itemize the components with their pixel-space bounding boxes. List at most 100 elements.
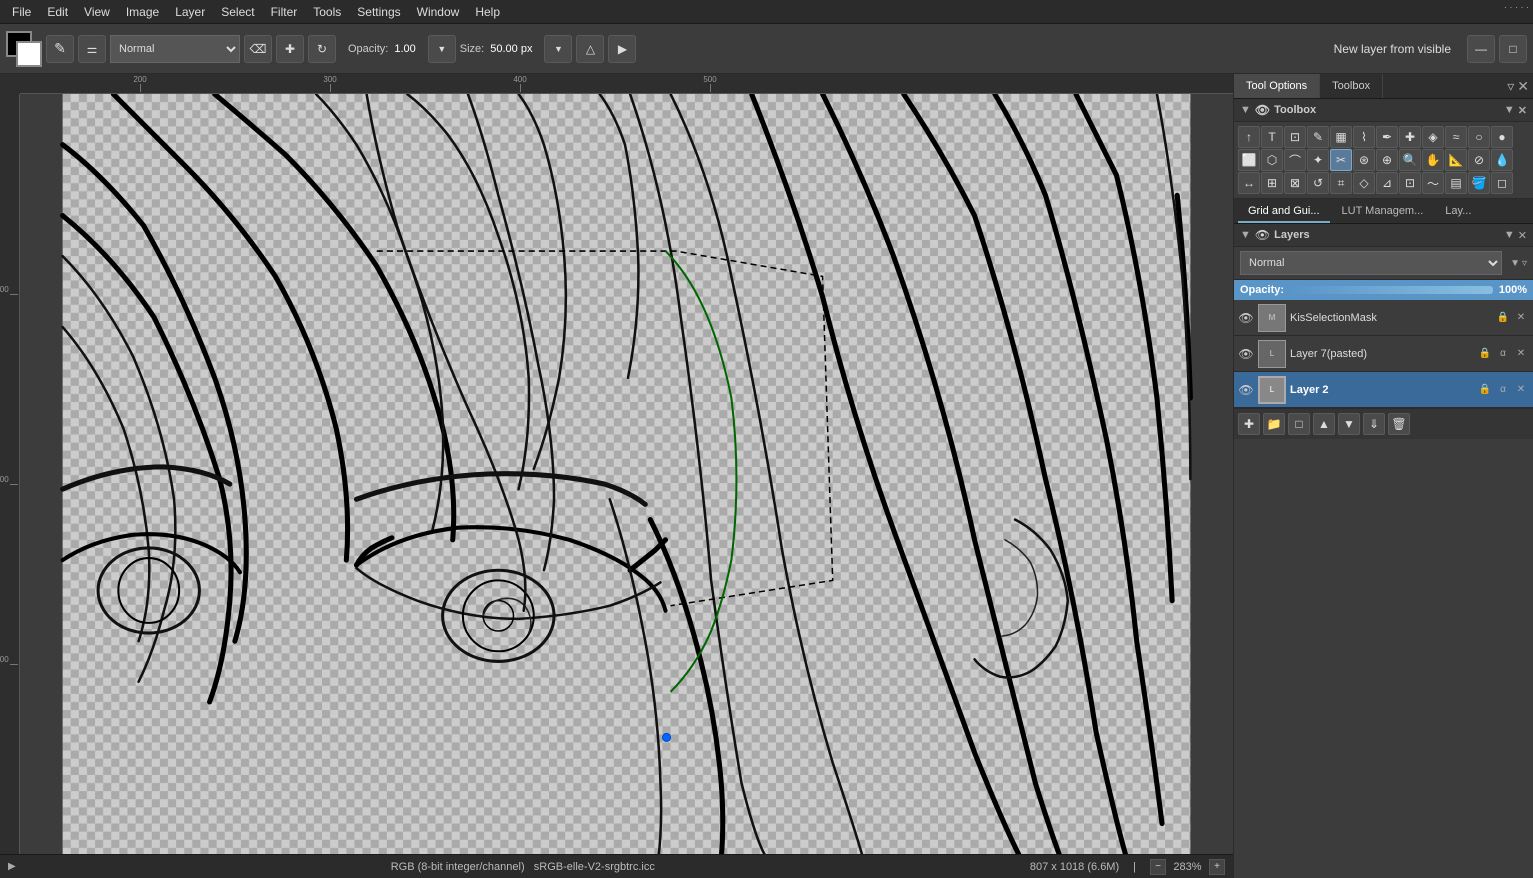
flip-v-btn[interactable]: ▶ [608, 35, 636, 63]
tool-clone[interactable]: ◈ [1422, 126, 1444, 148]
layer-row-1[interactable]: 👁 L Layer 7(pasted) 🔒 α ✕ [1234, 336, 1533, 372]
menu-view[interactable]: View [76, 3, 118, 21]
size-expand[interactable]: ▼ [544, 35, 572, 63]
grid-options-btn[interactable]: ⚌ [78, 35, 106, 63]
tool-pan[interactable]: ✋ [1422, 149, 1444, 171]
tool-color-picker[interactable]: 💧 [1491, 149, 1513, 171]
new-layer-btn[interactable]: ✚ [1238, 413, 1260, 435]
window-minimize-btn[interactable]: — [1467, 35, 1495, 63]
tool-burn[interactable]: ● [1491, 126, 1513, 148]
move-layer-up-btn[interactable]: ▲ [1313, 413, 1335, 435]
menu-window[interactable]: Window [409, 3, 468, 21]
layer-row-0[interactable]: 👁 M KisSelectionMask 🔒 ✕ [1234, 300, 1533, 336]
toolbox-config-btn[interactable]: ▼ [1504, 104, 1515, 117]
new-group-btn[interactable]: 📁 [1263, 413, 1285, 435]
zoom-out-btn[interactable]: − [1150, 859, 1166, 875]
layers-config-btn[interactable]: ▼ [1504, 229, 1515, 242]
lock-btn[interactable]: ✚ [276, 35, 304, 63]
tool-smudge[interactable]: ≈ [1445, 126, 1467, 148]
layer-alpha-1[interactable]: α [1495, 346, 1511, 362]
tool-scissors[interactable]: ⊛ [1353, 149, 1375, 171]
tool-rotate[interactable]: ↺ [1307, 172, 1329, 194]
layer-visibility-0[interactable]: 👁 [1238, 310, 1254, 326]
menu-file[interactable]: File [4, 3, 39, 21]
tool-text[interactable]: T [1261, 126, 1283, 148]
tool-heal[interactable]: ✚ [1399, 126, 1421, 148]
anchor-layer-btn[interactable]: ⇓ [1363, 413, 1385, 435]
menu-help[interactable]: Help [467, 3, 508, 21]
delete-layer-btn[interactable]: 🗑 [1388, 413, 1410, 435]
layer-visibility-2[interactable]: 👁 [1238, 382, 1254, 398]
menu-filter[interactable]: Filter [263, 3, 306, 21]
tool-zoom[interactable]: 🔍 [1399, 149, 1421, 171]
tool-ellipse-select[interactable]: ⬡ [1261, 149, 1283, 171]
panel-close-btn[interactable]: ✕ [1517, 78, 1529, 95]
layer-visibility-1[interactable]: 👁 [1238, 346, 1254, 362]
tool-rect-select[interactable]: ⬜ [1238, 149, 1260, 171]
tool-brush[interactable]: ⌇ [1353, 126, 1375, 148]
tool-calligraphy[interactable]: ✒ [1376, 126, 1398, 148]
tool-paths[interactable]: ⊘ [1468, 149, 1490, 171]
layer-del-0[interactable]: ✕ [1513, 310, 1529, 326]
tab-tool-options[interactable]: Tool Options [1234, 74, 1320, 98]
tool-bucket[interactable]: 🪣 [1468, 172, 1490, 194]
panel-dock-btn[interactable]: ▿ [1507, 78, 1514, 95]
tab-toolbox[interactable]: Toolbox [1320, 74, 1383, 98]
tool-fuzzy-select[interactable]: ✦ [1307, 149, 1329, 171]
zoom-in-btn[interactable]: + [1209, 859, 1225, 875]
toolbox-close-btn[interactable]: ✕ [1518, 104, 1527, 117]
layers-close-btn[interactable]: ✕ [1518, 229, 1527, 242]
window-maximize-btn[interactable]: □ [1499, 35, 1527, 63]
tool-move[interactable]: ↔ [1238, 172, 1260, 194]
tool-arrow[interactable]: ↑ [1238, 126, 1260, 148]
color-swatches[interactable] [6, 31, 42, 67]
layer-name-2: Layer 2 [1290, 384, 1473, 396]
move-layer-down-btn[interactable]: ▼ [1338, 413, 1360, 435]
menu-select[interactable]: Select [213, 3, 262, 21]
tool-transform[interactable]: ⊡ [1284, 126, 1306, 148]
layer-lock-1[interactable]: 🔒 [1477, 346, 1493, 362]
tool-scale[interactable]: ⊠ [1284, 172, 1306, 194]
tool-erase[interactable]: ◻ [1491, 172, 1513, 194]
tool-free-select[interactable]: ⌒ [1284, 149, 1306, 171]
layer-lock-2[interactable]: 🔒 [1477, 382, 1493, 398]
tool-flip[interactable]: ⊿ [1376, 172, 1398, 194]
background-color[interactable] [16, 41, 42, 67]
blend-mode-select[interactable]: Normal Multiply Screen Overlay [110, 35, 240, 63]
erase-btn[interactable]: ⌫ [244, 35, 272, 63]
tool-pencil[interactable]: ✎ [1307, 126, 1329, 148]
tool-measure[interactable]: 📐 [1445, 149, 1467, 171]
duplicate-layer-btn[interactable]: □ [1288, 413, 1310, 435]
tool-cage[interactable]: ⊡ [1399, 172, 1421, 194]
dock-tab-layers-short[interactable]: Lay... [1435, 201, 1481, 223]
brush-icon-small[interactable]: ✎ [46, 35, 74, 63]
menu-edit[interactable]: Edit [39, 3, 76, 21]
layer-lock-0[interactable]: 🔒 [1495, 310, 1511, 326]
layer-alpha-2[interactable]: α [1495, 382, 1511, 398]
tool-fg-select[interactable]: ⊕ [1376, 149, 1398, 171]
tool-dodge[interactable]: ○ [1468, 126, 1490, 148]
layer-del-2[interactable]: ✕ [1513, 382, 1529, 398]
tool-perspective[interactable]: ◇ [1353, 172, 1375, 194]
opacity-slider[interactable] [1290, 286, 1493, 294]
tool-blend[interactable]: ▤ [1445, 172, 1467, 194]
menu-tools[interactable]: Tools [305, 3, 349, 21]
layers-mode-select[interactable]: Normal Multiply Screen [1240, 251, 1502, 275]
opacity-expand[interactable]: ▼ [428, 35, 456, 63]
dock-tab-grid[interactable]: Grid and Gui... [1238, 201, 1330, 223]
layer-del-1[interactable]: ✕ [1513, 346, 1529, 362]
flip-h-btn[interactable]: △ [576, 35, 604, 63]
tool-fill-pattern[interactable]: ▦ [1330, 126, 1352, 148]
tool-align[interactable]: ⊞ [1261, 172, 1283, 194]
tool-warp[interactable]: 〜 [1422, 172, 1444, 194]
canvas-viewport[interactable]: .sel-dash { stroke: #000; stroke-width: … [20, 94, 1233, 858]
dock-tab-lut[interactable]: LUT Managem... [1332, 201, 1434, 223]
menu-image[interactable]: Image [118, 3, 167, 21]
menu-settings[interactable]: Settings [349, 3, 408, 21]
layer-thumb-0: M [1258, 304, 1286, 332]
tool-shear[interactable]: ⌗ [1330, 172, 1352, 194]
tool-path-select[interactable]: ✂ [1330, 149, 1352, 171]
menu-layer[interactable]: Layer [167, 3, 213, 21]
reset-btn[interactable]: ↻ [308, 35, 336, 63]
layer-row-2[interactable]: 👁 L Layer 2 🔒 α ✕ [1234, 372, 1533, 408]
